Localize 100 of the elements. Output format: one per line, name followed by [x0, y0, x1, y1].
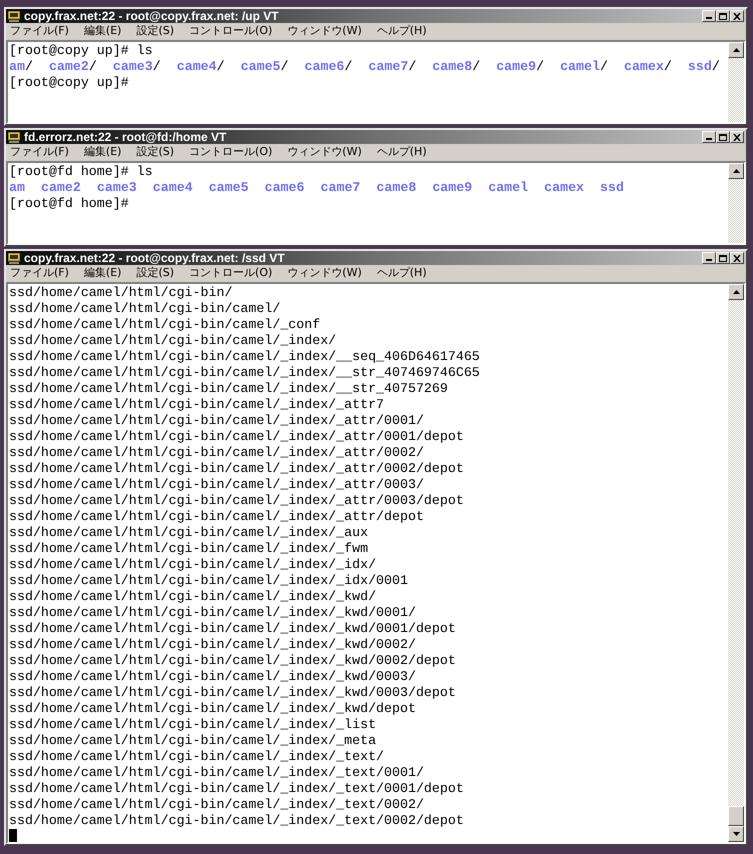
up-arrow-icon [732, 290, 740, 294]
terminal-line: ssd/home/camel/html/cgi-bin/camel/_index/_fwm [9, 541, 368, 557]
scroll-up-button[interactable] [728, 163, 744, 179]
menu-item[interactable]: コントロール(O) [189, 266, 272, 280]
menu-item[interactable]: ウィンドウ(W) [287, 266, 362, 280]
menu-item[interactable]: 編集(E) [84, 24, 122, 38]
menu-item[interactable]: ヘルプ(H) [376, 266, 427, 280]
terminal-line: [root@fd home]# [9, 196, 129, 212]
terminal-line: ssd/home/camel/html/cgi-bin/camel/_index/_kwd/0002/ [9, 637, 416, 653]
terminal-line: ssd/home/camel/html/cgi-bin/camel/_conf [9, 317, 320, 333]
terminal-line: ssd/home/camel/html/cgi-bin/camel/_index/_attr/0002/ [9, 445, 424, 461]
terminal-line: ssd/home/camel/html/cgi-bin/camel/_index/_kwd/0003/ [9, 669, 416, 685]
directory-entry: came2 [40, 180, 81, 196]
directory-entry: came9/ [496, 59, 544, 75]
scrollbar[interactable] [728, 163, 744, 243]
directory-entry: came4 [152, 180, 193, 196]
directory-entry: came4/ [176, 59, 225, 75]
directory-entry: camex/ [624, 59, 672, 75]
terminal-line: ssd/home/camel/html/cgi-bin/camel/_index/_attr/0002/depot [9, 461, 464, 477]
directory-entry: am/ [9, 59, 33, 75]
terminal-line: ssd/home/camel/html/cgi-bin/camel/_index/_kwd/depot [9, 701, 416, 717]
close-button[interactable] [730, 10, 744, 22]
close-icon [733, 134, 741, 140]
menu-item[interactable]: 設定(S) [136, 266, 174, 280]
close-button[interactable] [730, 252, 744, 264]
directory-entry: came7/ [368, 59, 416, 75]
maximize-button[interactable] [716, 131, 730, 143]
terminal-icon [8, 252, 20, 264]
menu-item[interactable]: ウィンドウ(W) [287, 24, 362, 38]
menu-item[interactable]: ヘルプ(H) [376, 24, 427, 38]
terminal-line: ssd/home/camel/html/cgi-bin/camel/_index/_attr7 [9, 397, 384, 413]
directory-entry: ssd/ [688, 59, 720, 75]
terminal-line: ssd/home/camel/html/cgi-bin/camel/_index/_kwd/ [9, 589, 376, 605]
minimize-button[interactable] [702, 252, 716, 264]
terminal-line: ssd/home/camel/html/cgi-bin/camel/_index/_text/0002/ [9, 797, 424, 813]
scrollbar[interactable] [728, 42, 744, 122]
terminal-line: ssd/home/camel/html/cgi-bin/camel/_index/_attr/0003/ [9, 477, 424, 493]
menu-item[interactable]: ファイル(F) [10, 24, 69, 38]
terminal-line: ssd/home/camel/html/cgi-bin/camel/_index/_idx/0001 [9, 573, 408, 589]
close-icon [733, 12, 741, 20]
terminal-line: ssd/home/camel/html/cgi-bin/camel/_index/_text/0001/ [9, 765, 424, 781]
close-button[interactable] [730, 131, 744, 143]
menu-item[interactable]: 編集(E) [84, 145, 122, 159]
terminal-line: ssd/home/camel/html/cgi-bin/camel/_index/_kwd/0002/depot [9, 653, 456, 669]
menu-item[interactable]: ウィンドウ(W) [287, 145, 362, 159]
menu-item[interactable]: 設定(S) [136, 24, 174, 38]
directory-entry: came9 [432, 180, 472, 196]
scroll-down-button[interactable] [728, 826, 744, 842]
up-arrow-icon [732, 169, 740, 173]
scroll-thumb[interactable] [728, 806, 744, 826]
terminal-line: ssd/home/camel/html/cgi-bin/camel/_index/_aux [9, 525, 368, 541]
terminal-icon [8, 132, 20, 142]
terminal-line: ssd/home/camel/html/cgi-bin/camel/ [9, 301, 280, 317]
menu-item[interactable]: ファイル(F) [10, 266, 69, 280]
terminal-line: ssd/home/camel/html/cgi-bin/camel/_index/_attr/0001/depot [9, 429, 464, 445]
terminal-line: ssd/home/camel/html/cgi-bin/camel/_index/_kwd/0001/depot [9, 621, 456, 637]
maximize-button[interactable] [716, 10, 730, 22]
close-icon [733, 254, 741, 262]
terminal-line: ssd/home/camel/html/cgi-bin/camel/_index/_attr/depot [9, 509, 424, 525]
directory-entry: camex [544, 180, 584, 196]
directory-entry: camel [488, 180, 528, 196]
terminal-line: ssd/home/camel/html/cgi-bin/camel/_index/__seq_406D64617465 [9, 349, 480, 365]
directory-entry: came7 [320, 180, 360, 196]
menu-item[interactable]: 設定(S) [136, 145, 174, 159]
terminal-line: ssd/home/camel/html/cgi-bin/camel/_index/__str_40757269 [9, 381, 448, 397]
terminal-line: ssd/home/camel/html/cgi-bin/camel/_index/_meta [9, 733, 376, 749]
terminal-line: ssd/home/camel/html/cgi-bin/camel/_index/_attr/0003/depot [9, 493, 464, 509]
terminal-line: ssd/home/camel/html/cgi-bin/camel/_index/_attr/0001/ [9, 413, 424, 429]
up-arrow-icon [732, 48, 740, 52]
directory-entry: came3 [96, 180, 137, 196]
maximize-button[interactable] [716, 252, 730, 264]
directory-entry: came8/ [432, 59, 480, 75]
minimize-button[interactable] [702, 131, 716, 143]
directory-entry: came5/ [240, 59, 289, 75]
window-title: copy.frax.net:22 - root@copy.frax.net: /up VT [24, 9, 279, 23]
terminal-line: ssd/home/camel/html/cgi-bin/camel/_index/ [9, 333, 336, 349]
directory-entry: am [9, 180, 25, 196]
terminal-line: ssd/home/camel/html/cgi-bin/camel/_index/_text/0001/depot [9, 781, 464, 797]
directory-entry: came6/ [304, 59, 352, 75]
minimize-button[interactable] [702, 10, 716, 22]
directory-entry: came6 [264, 180, 304, 196]
menu-item[interactable]: 編集(E) [84, 266, 122, 280]
down-arrow-icon [732, 832, 740, 836]
scroll-up-button[interactable] [728, 42, 744, 58]
directory-entry: ssd [600, 180, 624, 196]
menu-item[interactable]: コントロール(O) [189, 24, 272, 38]
menu-item[interactable]: ヘルプ(H) [376, 145, 427, 159]
menu-item[interactable]: ファイル(F) [10, 145, 69, 159]
directory-entry: came5 [208, 180, 249, 196]
terminal-line: ssd/home/camel/html/cgi-bin/camel/_index/__str_407469746C65 [9, 365, 480, 381]
scroll-up-button[interactable] [728, 284, 744, 300]
terminal-line: [root@copy up]# [9, 75, 129, 91]
window-title: copy.frax.net:22 - root@copy.frax.net: /ssd VT [24, 251, 285, 265]
terminal-line: [root@copy up]# ls [9, 43, 153, 59]
menu-item[interactable]: コントロール(O) [189, 145, 272, 159]
scrollbar[interactable] [728, 284, 744, 842]
terminal-line: ssd/home/camel/html/cgi-bin/ [9, 285, 232, 301]
window-title: fd.errorz.net:22 - root@fd:/home VT [24, 130, 226, 144]
directory-entry: came2/ [48, 59, 97, 75]
terminal-line: ssd/home/camel/html/cgi-bin/camel/_index/_list [9, 717, 376, 733]
